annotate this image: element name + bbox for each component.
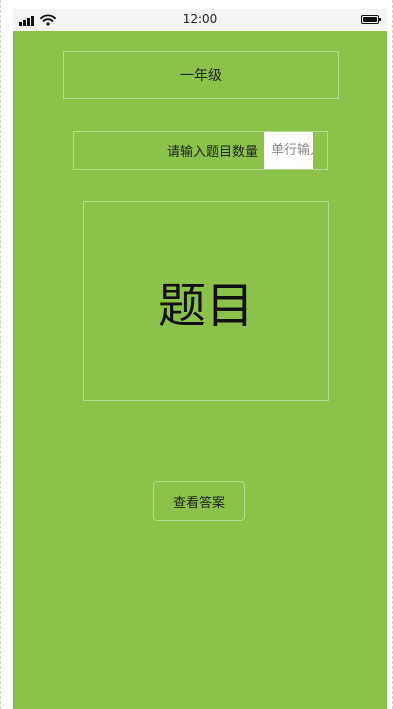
phone-frame: 12:00 一年级 请输入题目数量 题目 查看答案: [0, 0, 393, 709]
question-display: 题目: [83, 201, 329, 401]
question-count-label: 请输入题目数量: [166, 145, 258, 160]
view-answer-button[interactable]: 查看答案: [153, 481, 245, 521]
question-count-input[interactable]: [264, 132, 313, 169]
battery-icon: [361, 15, 381, 24]
grade-selector[interactable]: 一年级: [63, 51, 339, 99]
battery-level-fill: [363, 17, 377, 22]
status-bar: 12:00: [13, 9, 387, 31]
app-screen: 一年级 请输入题目数量 题目 查看答案: [13, 31, 387, 709]
frame-guide-left: [0, 0, 1, 709]
status-time: 12:00: [182, 12, 218, 26]
question-count-row: 请输入题目数量: [73, 131, 328, 170]
